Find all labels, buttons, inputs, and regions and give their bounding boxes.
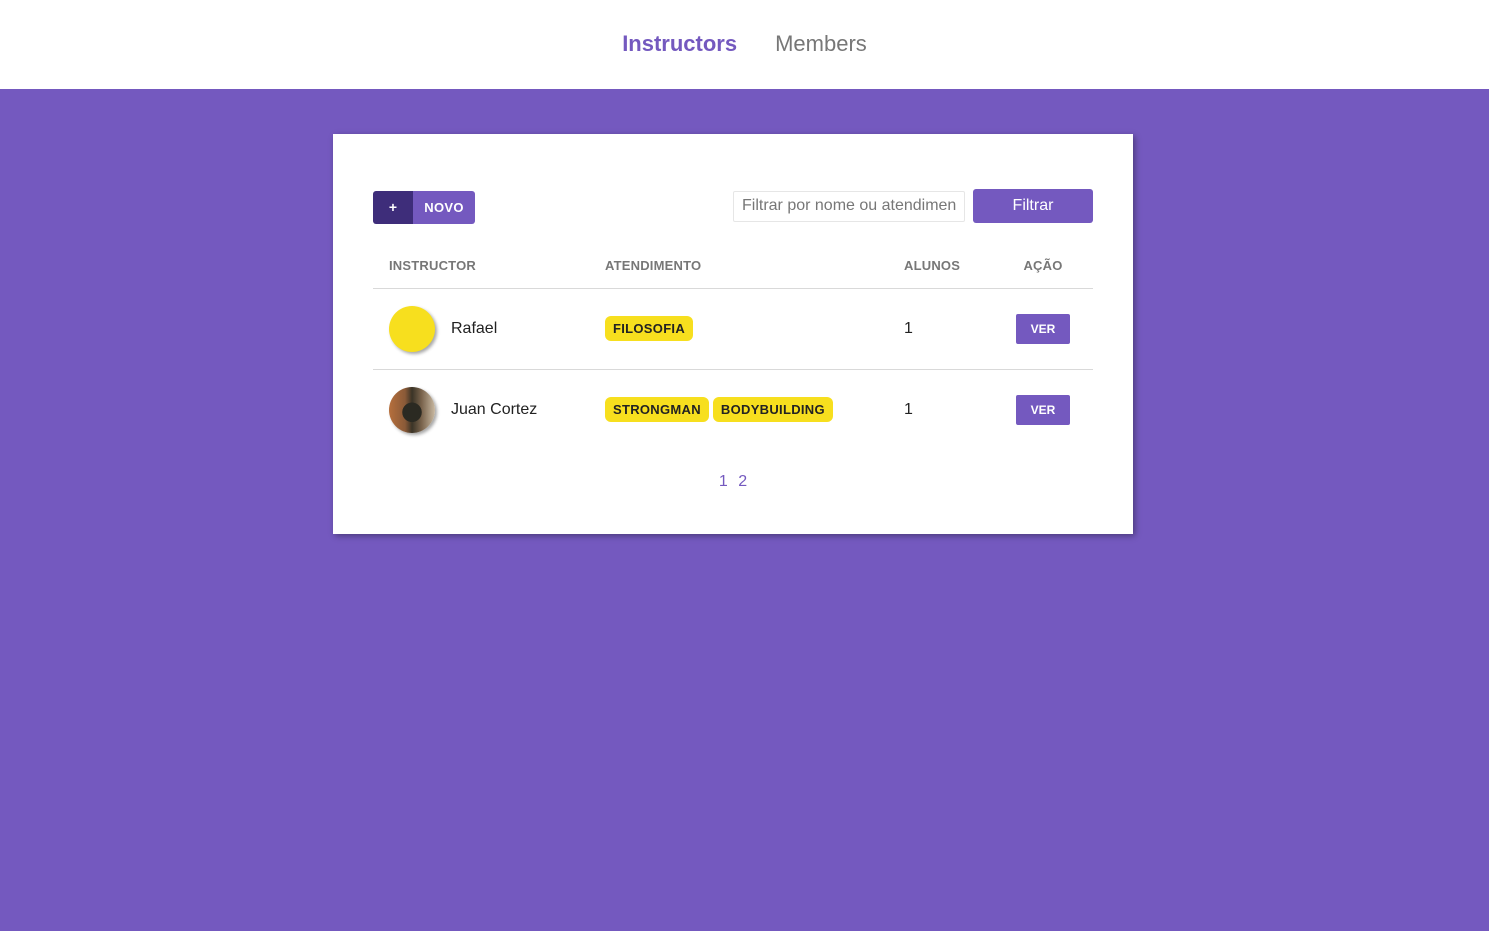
view-button[interactable]: VER bbox=[1016, 313, 1070, 344]
services-cell: STRONGMAN BODYBUILDING bbox=[589, 369, 888, 450]
header-alunos: ALUNOS bbox=[888, 243, 993, 289]
new-instructor-button[interactable]: + NOVO bbox=[373, 190, 475, 224]
students-cell: 1 bbox=[888, 288, 993, 370]
nav-instructors-link[interactable]: Instructors bbox=[622, 31, 737, 57]
nav-members-link[interactable]: Members bbox=[775, 31, 867, 57]
header-instructor: INSTRUCTOR bbox=[373, 243, 589, 289]
instructor-cell: Juan Cortez bbox=[373, 369, 589, 450]
students-cell: 1 bbox=[888, 369, 993, 450]
avatar bbox=[389, 386, 435, 433]
service-tag: STRONGMAN bbox=[605, 397, 709, 423]
plus-icon: + bbox=[373, 190, 413, 224]
view-button[interactable]: VER bbox=[1016, 394, 1070, 425]
instructors-card: + NOVO Filtrar INSTRUCTOR ATENDIMENTO AL… bbox=[333, 134, 1133, 534]
students-count: 1 bbox=[904, 400, 913, 418]
table-row: Juan Cortez STRONGMAN BODYBUILDING 1 VER bbox=[373, 369, 1093, 450]
toolbar: + NOVO Filtrar bbox=[373, 189, 1093, 224]
header-acao: AÇÃO bbox=[993, 243, 1093, 289]
page-link-2[interactable]: 2 bbox=[738, 473, 747, 490]
service-tag: FILOSOFIA bbox=[605, 316, 694, 341]
instructor-name: Rafael bbox=[451, 319, 498, 337]
action-cell: VER bbox=[993, 369, 1093, 450]
instructor-cell: Rafael bbox=[373, 288, 589, 370]
filter-button[interactable]: Filtrar bbox=[973, 189, 1093, 223]
filter-form: Filtrar bbox=[733, 189, 1093, 223]
header-row: INSTRUCTOR ATENDIMENTO ALUNOS AÇÃO bbox=[373, 243, 1093, 289]
table-header: INSTRUCTOR ATENDIMENTO ALUNOS AÇÃO bbox=[373, 243, 1093, 289]
page-link-1[interactable]: 1 bbox=[719, 473, 728, 490]
table-row: Rafael FILOSOFIA 1 VER bbox=[373, 288, 1093, 370]
service-tag: BODYBUILDING bbox=[712, 397, 833, 423]
instructor-name: Juan Cortez bbox=[451, 400, 538, 418]
students-count: 1 bbox=[904, 319, 913, 337]
top-nav: Instructors Members bbox=[0, 0, 1489, 89]
instructors-table: INSTRUCTOR ATENDIMENTO ALUNOS AÇÃO Rafae… bbox=[373, 243, 1093, 450]
action-cell: VER bbox=[993, 288, 1093, 370]
header-atendimento: ATENDIMENTO bbox=[589, 243, 888, 289]
pagination: 1 2 bbox=[373, 473, 1093, 491]
avatar bbox=[389, 305, 435, 352]
services-cell: FILOSOFIA bbox=[589, 288, 888, 370]
filter-input[interactable] bbox=[733, 190, 965, 222]
new-button-label: NOVO bbox=[413, 190, 475, 224]
